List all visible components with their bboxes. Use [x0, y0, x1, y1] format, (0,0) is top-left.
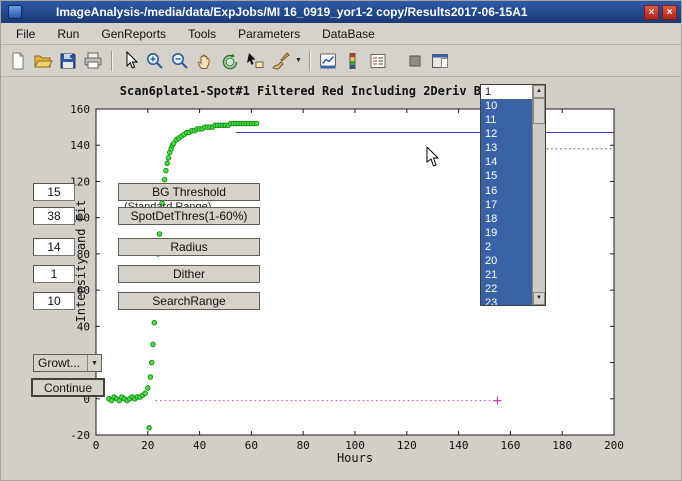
svg-text:140: 140	[449, 439, 469, 452]
insert-colorbar-icon[interactable]	[341, 49, 365, 73]
toolbar-separator	[309, 51, 311, 71]
close-button[interactable]: ×	[662, 5, 677, 20]
print-icon[interactable]	[81, 49, 105, 73]
svg-text:40: 40	[193, 439, 206, 452]
menu-run[interactable]: Run	[46, 24, 90, 44]
list-item[interactable]: 22	[481, 282, 532, 296]
dock-figure-icon[interactable]	[403, 49, 427, 73]
parameter-row: Radius	[33, 238, 260, 256]
scroll-down-icon[interactable]: ▼	[533, 292, 545, 305]
svg-text:180: 180	[552, 439, 572, 452]
spot-number-list[interactable]: 1 10 11 12 13 14 15 16 17	[480, 84, 546, 306]
svg-text:Scan6plate1-Spot#1 Filtered Re: Scan6plate1-Spot#1 Filtered Red Includin…	[120, 84, 488, 98]
parameter-row: SpotDetThres(1-60%)	[33, 207, 260, 225]
pan-icon[interactable]	[193, 49, 217, 73]
list-scrollbar[interactable]: ▲ ▼	[532, 85, 545, 305]
menu-tools[interactable]: Tools	[177, 24, 227, 44]
svg-text:160: 160	[500, 439, 520, 452]
zoom-out-icon[interactable]	[168, 49, 192, 73]
parameter-input[interactable]	[33, 183, 75, 201]
svg-text:20: 20	[141, 439, 154, 452]
parameter-input[interactable]	[33, 238, 75, 256]
plot-tools-icon[interactable]	[428, 49, 452, 73]
zoom-in-icon[interactable]	[143, 49, 167, 73]
parameter-input[interactable]	[33, 292, 75, 310]
svg-text:80: 80	[297, 439, 310, 452]
growth-model-dropdown[interactable]: Growt... ▼	[33, 354, 102, 372]
list-item[interactable]: 12	[481, 127, 532, 141]
scroll-up-icon[interactable]: ▲	[533, 85, 545, 98]
menu-parameters[interactable]: Parameters	[227, 24, 311, 44]
new-file-icon[interactable]	[6, 49, 30, 73]
app-window: ImageAnalysis-/media/data/ExpJobs/MI 16_…	[0, 0, 682, 481]
svg-text:200: 200	[604, 439, 624, 452]
menu-database[interactable]: DataBase	[311, 24, 386, 44]
figure-area: 020406080100120140160180200-200204060801…	[1, 77, 681, 480]
growth-model-dropdown-label: Growt...	[34, 356, 87, 370]
parameter-button[interactable]: SpotDetThres(1-60%)	[118, 207, 260, 225]
list-item[interactable]: 23	[481, 296, 532, 305]
list-items: 10 11 12 13 14 15 16 17 18 19	[481, 99, 532, 305]
window-title: ImageAnalysis-/media/data/ExpJobs/MI 16_…	[56, 5, 641, 19]
data-cursor-icon[interactable]	[243, 49, 267, 73]
app-icon	[8, 5, 22, 19]
parameter-input[interactable]	[33, 265, 75, 283]
parameter-button[interactable]: SearchRange	[118, 292, 260, 310]
continue-button[interactable]: Continue	[31, 378, 105, 397]
list-item[interactable]: 10	[481, 99, 532, 113]
mouse-cursor	[426, 147, 440, 168]
minimize-button[interactable]: ×	[644, 5, 659, 20]
link-plot-icon[interactable]	[316, 49, 340, 73]
rotate-3d-icon[interactable]	[218, 49, 242, 73]
brush-icon[interactable]	[268, 49, 292, 73]
list-item[interactable]: 19	[481, 226, 532, 240]
list-item[interactable]: 16	[481, 184, 532, 198]
list-item[interactable]: 15	[481, 169, 532, 183]
svg-text:120: 120	[397, 439, 417, 452]
list-item[interactable]: 17	[481, 198, 532, 212]
menu-genreports[interactable]: GenReports	[90, 24, 177, 44]
svg-text:160: 160	[70, 103, 90, 116]
list-item[interactable]: 20	[481, 254, 532, 268]
list-item[interactable]: 21	[481, 268, 532, 282]
list-item[interactable]: 18	[481, 212, 532, 226]
open-folder-icon[interactable]	[31, 49, 55, 73]
title-bar: ImageAnalysis-/media/data/ExpJobs/MI 16_…	[1, 1, 681, 23]
toolbar: ▼	[1, 45, 681, 77]
svg-text:140: 140	[70, 139, 90, 152]
insert-legend-icon[interactable]	[366, 49, 390, 73]
svg-text:60: 60	[245, 439, 258, 452]
list-item[interactable]: 14	[481, 155, 532, 169]
chevron-down-icon[interactable]: ▼	[87, 355, 101, 371]
save-icon[interactable]	[56, 49, 80, 73]
parameter-row: SearchRange	[33, 292, 260, 310]
list-current-value[interactable]: 1	[481, 85, 532, 99]
parameter-button[interactable]: BG Threshold	[118, 183, 260, 201]
scroll-thumb[interactable]	[533, 98, 545, 124]
menu-file[interactable]: File	[5, 24, 46, 44]
parameter-row: BG Threshold	[33, 183, 260, 201]
list-item[interactable]: 2	[481, 240, 532, 254]
list-item[interactable]: 11	[481, 113, 532, 127]
parameter-controls: BG Threshold SpotDetThres(1-60%) Radius …	[33, 183, 260, 310]
list-item[interactable]: 13	[481, 141, 532, 155]
toolbar-separator	[111, 51, 113, 71]
pointer-icon[interactable]	[118, 49, 142, 73]
brush-menu-arrow-icon[interactable]: ▼	[293, 49, 304, 73]
svg-text:Hours: Hours	[337, 451, 373, 465]
svg-text:-20: -20	[70, 429, 90, 442]
menu-bar: File Run GenReports Tools Parameters Dat…	[1, 23, 681, 45]
svg-text:0: 0	[93, 439, 100, 452]
parameter-input[interactable]	[33, 207, 75, 225]
parameter-button[interactable]: Dither	[118, 265, 260, 283]
parameter-button[interactable]: Radius	[118, 238, 260, 256]
parameter-row: Dither	[33, 265, 260, 283]
